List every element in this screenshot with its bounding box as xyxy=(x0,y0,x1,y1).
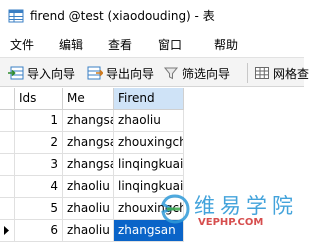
cell-me[interactable]: zhangsa xyxy=(63,154,114,176)
import-wizard-label: 导入向导 xyxy=(27,66,76,81)
filter-icon xyxy=(163,65,179,81)
table-row[interactable]: 3 zhangsa linqingkuai xyxy=(0,154,304,176)
cell-firend-selected[interactable]: zhangsan xyxy=(114,220,184,242)
column-header-ids[interactable]: Ids xyxy=(15,88,63,110)
data-grid: Ids Me Firend 1 zhangsa zhaoliu 2 zhangs… xyxy=(0,88,304,244)
column-header-me[interactable]: Me xyxy=(63,88,114,110)
import-wizard-button[interactable]: 导入向导 xyxy=(8,62,75,84)
menu-edit[interactable]: 编辑 xyxy=(59,36,83,53)
cell-me[interactable]: zhaoliu xyxy=(63,220,114,242)
export-icon xyxy=(87,65,104,81)
grid-view-label: 网格查 xyxy=(273,66,310,81)
row-indicator xyxy=(0,198,15,220)
row-indicator-header xyxy=(0,88,15,110)
table-row[interactable]: 2 zhangsa zhouxingch xyxy=(0,132,304,154)
cell-me[interactable]: zhangsa xyxy=(63,110,114,132)
menu-window[interactable]: 窗口 xyxy=(158,36,182,53)
cell-ids[interactable]: 4 xyxy=(15,176,63,198)
cell-me[interactable]: zhaoliu xyxy=(63,176,114,198)
row-indicator xyxy=(0,154,15,176)
row-indicator xyxy=(0,176,15,198)
table-row[interactable]: 5 zhaoliu zhouxingch xyxy=(0,198,304,220)
cell-ids[interactable]: 1 xyxy=(15,110,63,132)
cell-ids[interactable]: 6 xyxy=(15,220,63,242)
table-row[interactable]: 1 zhangsa zhaoliu xyxy=(0,110,304,132)
import-icon xyxy=(8,65,24,81)
current-row-arrow-icon xyxy=(4,226,9,235)
title-bar: firend @test (xiaodouding) - 表 xyxy=(0,0,304,31)
cell-firend[interactable]: zhouxingch xyxy=(114,198,184,220)
cell-firend[interactable]: zhaoliu xyxy=(114,110,184,132)
cell-ids[interactable]: 5 xyxy=(15,198,63,220)
row-indicator xyxy=(0,132,15,154)
toolbar: 导入向导 导出向导 筛选向导 网格查 xyxy=(0,57,309,87)
table-row[interactable]: 4 zhaoliu linqingkuai xyxy=(0,176,304,198)
cell-me[interactable]: zhangsa xyxy=(63,132,114,154)
toolbar-separator xyxy=(247,63,248,83)
table-row-current[interactable]: 6 zhaoliu zhangsan xyxy=(0,220,304,242)
grid-icon xyxy=(254,65,270,81)
filter-wizard-label: 筛选向导 xyxy=(182,66,231,81)
row-indicator xyxy=(0,110,15,132)
cell-firend[interactable]: linqingkuai xyxy=(114,176,184,198)
menu-file[interactable]: 文件 xyxy=(10,36,34,53)
cell-firend[interactable]: zhouxingch xyxy=(114,132,184,154)
table-app-icon xyxy=(8,8,24,24)
cell-ids[interactable]: 3 xyxy=(15,154,63,176)
window-title: firend @test (xiaodouding) - 表 xyxy=(30,9,215,23)
cell-ids[interactable]: 2 xyxy=(15,132,63,154)
menu-view[interactable]: 查看 xyxy=(108,36,132,53)
grid-view-button[interactable]: 网格查 xyxy=(254,62,309,84)
export-wizard-button[interactable]: 导出向导 xyxy=(87,62,154,84)
current-row-indicator xyxy=(0,220,15,242)
cell-me[interactable]: zhaoliu xyxy=(63,198,114,220)
cell-firend[interactable]: linqingkuai xyxy=(114,154,184,176)
menu-help[interactable]: 帮助 xyxy=(214,36,238,53)
export-wizard-label: 导出向导 xyxy=(106,66,155,81)
column-header-firend[interactable]: Firend xyxy=(114,88,184,110)
menu-bar: 文件 编辑 查看 窗口 帮助 xyxy=(0,31,304,57)
filter-wizard-button[interactable]: 筛选向导 xyxy=(163,62,230,84)
